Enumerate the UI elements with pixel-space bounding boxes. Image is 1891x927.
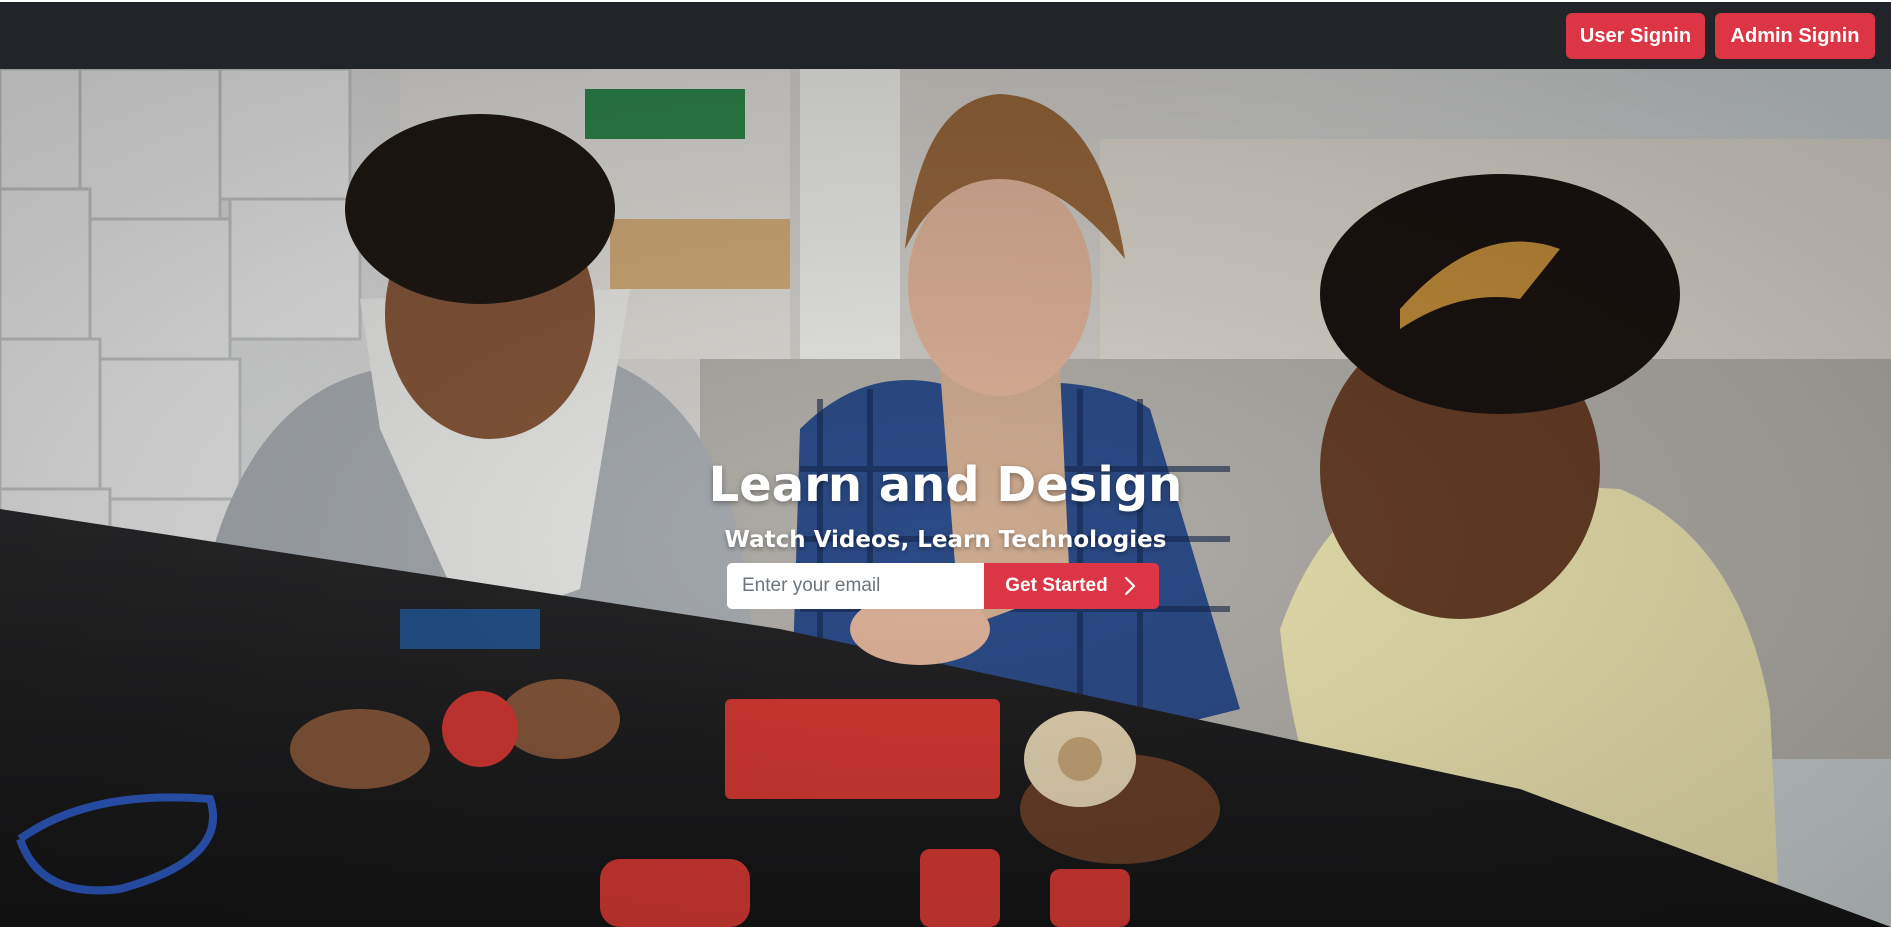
user-signin-button[interactable]: User Signin [1566,13,1705,59]
top-navbar: User Signin Admin Signin [0,2,1891,69]
email-signup-form: Get Started [727,563,1159,609]
admin-signin-button[interactable]: Admin Signin [1715,13,1875,59]
hero-section: Learn and Design Watch Videos, Learn Tec… [0,69,1891,927]
landing-page: User Signin Admin Signin Learn and Desig… [0,0,1891,927]
get-started-button[interactable]: Get Started [984,563,1159,609]
get-started-label: Get Started [1005,575,1108,596]
hero-title: Learn and Design [708,457,1183,513]
chevron-right-icon [1124,576,1135,596]
email-input[interactable] [727,563,984,609]
hero-subtitle: Watch Videos, Learn Technologies [724,527,1167,553]
